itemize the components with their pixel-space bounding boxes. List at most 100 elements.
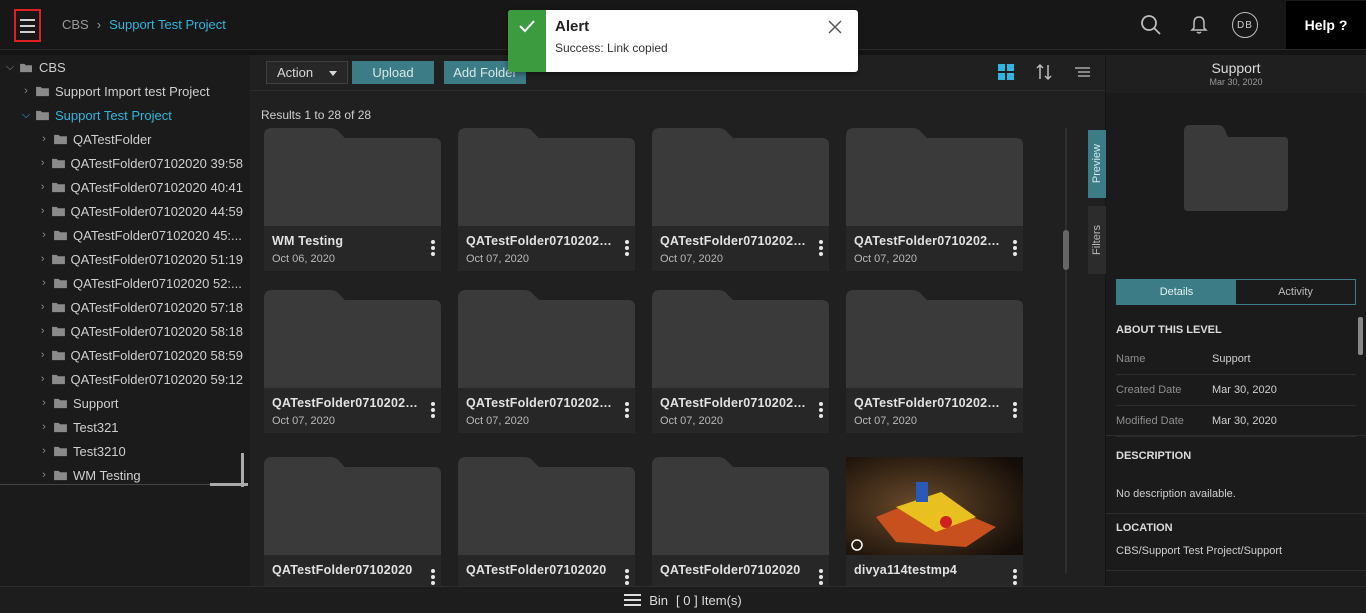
folder-card[interactable]: QATestFolder07102020 39:58 Oct 07, 2020 (458, 128, 635, 271)
chevron-right-icon[interactable]: › (38, 205, 48, 217)
tree-item[interactable]: › Test321 (0, 415, 243, 439)
tree-item[interactable]: › QATestFolder07102020 59:12 (0, 367, 243, 391)
more-options-icon[interactable] (430, 240, 436, 256)
tree-item[interactable]: › QATestFolder07102020 57:18 (0, 295, 243, 319)
folder-card[interactable]: QATestFolder07102020 44:59 Oct 07, 2020 (846, 128, 1023, 271)
folder-icon (458, 457, 635, 555)
list-view-icon[interactable] (1073, 63, 1091, 86)
chevron-down-icon[interactable]: ⌵ (4, 61, 16, 74)
tree-item[interactable]: › QATestFolder07102020 58:59 (0, 343, 243, 367)
chevron-right-icon[interactable]: › (38, 229, 50, 241)
asset-grid: WM Testing Oct 06, 2020 QATestFolder071020… (264, 128, 1044, 586)
chevron-right-icon[interactable]: › (38, 277, 50, 289)
folder-card[interactable]: QATestFolder07102020 (458, 457, 635, 586)
tree-root[interactable]: ⌵ CBS (0, 55, 243, 79)
card-name: QATestFolder07102020 40:41 (660, 234, 808, 248)
tree-item[interactable]: ⌵ Support Test Project (0, 103, 243, 127)
hamburger-menu-button[interactable] (14, 9, 41, 42)
avatar[interactable]: DB (1232, 12, 1258, 38)
divider (1106, 570, 1366, 571)
chevron-right-icon[interactable]: › (38, 373, 48, 385)
more-options-icon[interactable] (430, 402, 436, 418)
more-options-icon[interactable] (818, 402, 824, 418)
bell-icon[interactable] (1184, 10, 1214, 40)
tree-item[interactable]: › QATestFolder07102020 40:41 (0, 175, 243, 199)
more-options-icon[interactable] (818, 569, 824, 585)
sort-icon[interactable] (1035, 63, 1053, 86)
results-count: Results 1 to 28 of 28 (261, 108, 372, 122)
more-options-icon[interactable] (624, 402, 630, 418)
tree-item[interactable]: › QATestFolder07102020 45:... (0, 223, 243, 247)
close-icon[interactable] (828, 10, 858, 72)
tab-activity[interactable]: Activity (1236, 280, 1355, 304)
tree-scrollbar[interactable] (241, 453, 244, 487)
tree-item[interactable]: › QATestFolder07102020 58:18 (0, 319, 243, 343)
tree-item[interactable]: › Support (0, 391, 243, 415)
chevron-right-icon[interactable]: › (38, 445, 50, 457)
tree-item[interactable]: › QATestFolder07102020 44:59 (0, 199, 243, 223)
help-button[interactable]: Help ? (1286, 1, 1366, 49)
upload-button[interactable]: Upload (352, 61, 434, 84)
more-options-icon[interactable] (1012, 402, 1018, 418)
search-icon[interactable] (1136, 10, 1166, 40)
tab-filters[interactable]: Filters (1088, 206, 1106, 274)
chevron-down-icon[interactable]: ⌵ (20, 109, 32, 122)
folder-card[interactable]: QATestFolder07102020 45:... Oct 07, 2020 (264, 290, 441, 433)
detail-value: Mar 30, 2020 (1212, 384, 1277, 396)
more-options-icon[interactable] (1012, 240, 1018, 256)
folder-card[interactable]: QATestFolder07102020 51:19 Oct 07, 2020 (458, 290, 635, 433)
tree-item[interactable]: › WM Testing (0, 463, 243, 484)
chevron-right-icon[interactable]: › (38, 181, 48, 193)
chevron-right-icon[interactable]: › (38, 325, 48, 337)
more-options-icon[interactable] (430, 569, 436, 585)
folder-card[interactable]: QATestFolder07102020 (264, 457, 441, 586)
tab-preview[interactable]: Preview (1088, 130, 1106, 198)
chevron-right-icon[interactable]: › (38, 397, 50, 409)
chevron-right-icon[interactable]: › (38, 469, 50, 481)
tree-item[interactable]: › Test3210 (0, 439, 243, 463)
chevron-right-icon[interactable]: › (38, 157, 48, 169)
tree-horizontal-scrollbar[interactable] (210, 483, 248, 486)
tree-item[interactable]: › QATestFolder (0, 127, 243, 151)
folder-card[interactable]: QATestFolder07102020 (652, 457, 829, 586)
details-scrollbar[interactable] (1358, 317, 1363, 355)
chevron-right-icon[interactable]: › (38, 421, 50, 433)
folder-card[interactable]: QATestFolder07102020 52:... Oct 07, 2020 (652, 290, 829, 433)
tree-item[interactable]: › QATestFolder07102020 39:58 (0, 151, 243, 175)
more-options-icon[interactable] (624, 569, 630, 585)
tree-item[interactable]: › QATestFolder07102020 51:19 (0, 247, 243, 271)
action-dropdown[interactable]: Action (266, 61, 348, 84)
tree-item[interactable]: › QATestFolder07102020 52:... (0, 271, 243, 295)
more-options-icon[interactable] (1012, 569, 1018, 585)
folder-card[interactable]: QATestFolder07102020 40:41 Oct 07, 2020 (652, 128, 829, 271)
breadcrumb-root[interactable]: CBS (62, 17, 89, 32)
grid-view-icon[interactable] (997, 63, 1015, 86)
tab-preview-label: Preview (1091, 144, 1103, 184)
more-options-icon[interactable] (624, 240, 630, 256)
grid-scrollbar-thumb[interactable] (1063, 230, 1069, 270)
action-label: Action (277, 65, 314, 80)
more-options-icon[interactable] (818, 240, 824, 256)
bin-bar[interactable]: Bin [ 0 ] Item(s) (0, 586, 1366, 613)
folder-icon (51, 326, 65, 336)
card-name: QATestFolder07102020 51:19 (466, 396, 614, 410)
tree-item[interactable]: › Support Import test Project (0, 79, 243, 103)
breadcrumb-current[interactable]: Support Test Project (109, 17, 226, 32)
chevron-right-icon[interactable]: › (20, 85, 32, 97)
folder-icon (458, 128, 635, 226)
chevron-right-icon[interactable]: › (38, 301, 48, 313)
card-date: Oct 07, 2020 (466, 415, 529, 427)
section-about-heading: ABOUT THIS LEVEL (1116, 324, 1222, 336)
card-date: Oct 07, 2020 (466, 253, 529, 265)
folder-card[interactable]: QATestFolder07102020 57:18 Oct 07, 2020 (846, 290, 1023, 433)
tab-details[interactable]: Details (1117, 280, 1236, 304)
video-card[interactable]: divya114testmp4 (846, 457, 1023, 586)
video-thumbnail[interactable] (846, 457, 1023, 555)
details-tabs: Details Activity (1116, 279, 1356, 305)
tree-item-label: QATestFolder (73, 131, 152, 147)
folder-card[interactable]: WM Testing Oct 06, 2020 (264, 128, 441, 271)
tree-item-label: Support Test Project (55, 107, 172, 123)
chevron-right-icon[interactable]: › (38, 349, 48, 361)
chevron-right-icon[interactable]: › (38, 133, 50, 145)
chevron-right-icon[interactable]: › (38, 253, 48, 265)
